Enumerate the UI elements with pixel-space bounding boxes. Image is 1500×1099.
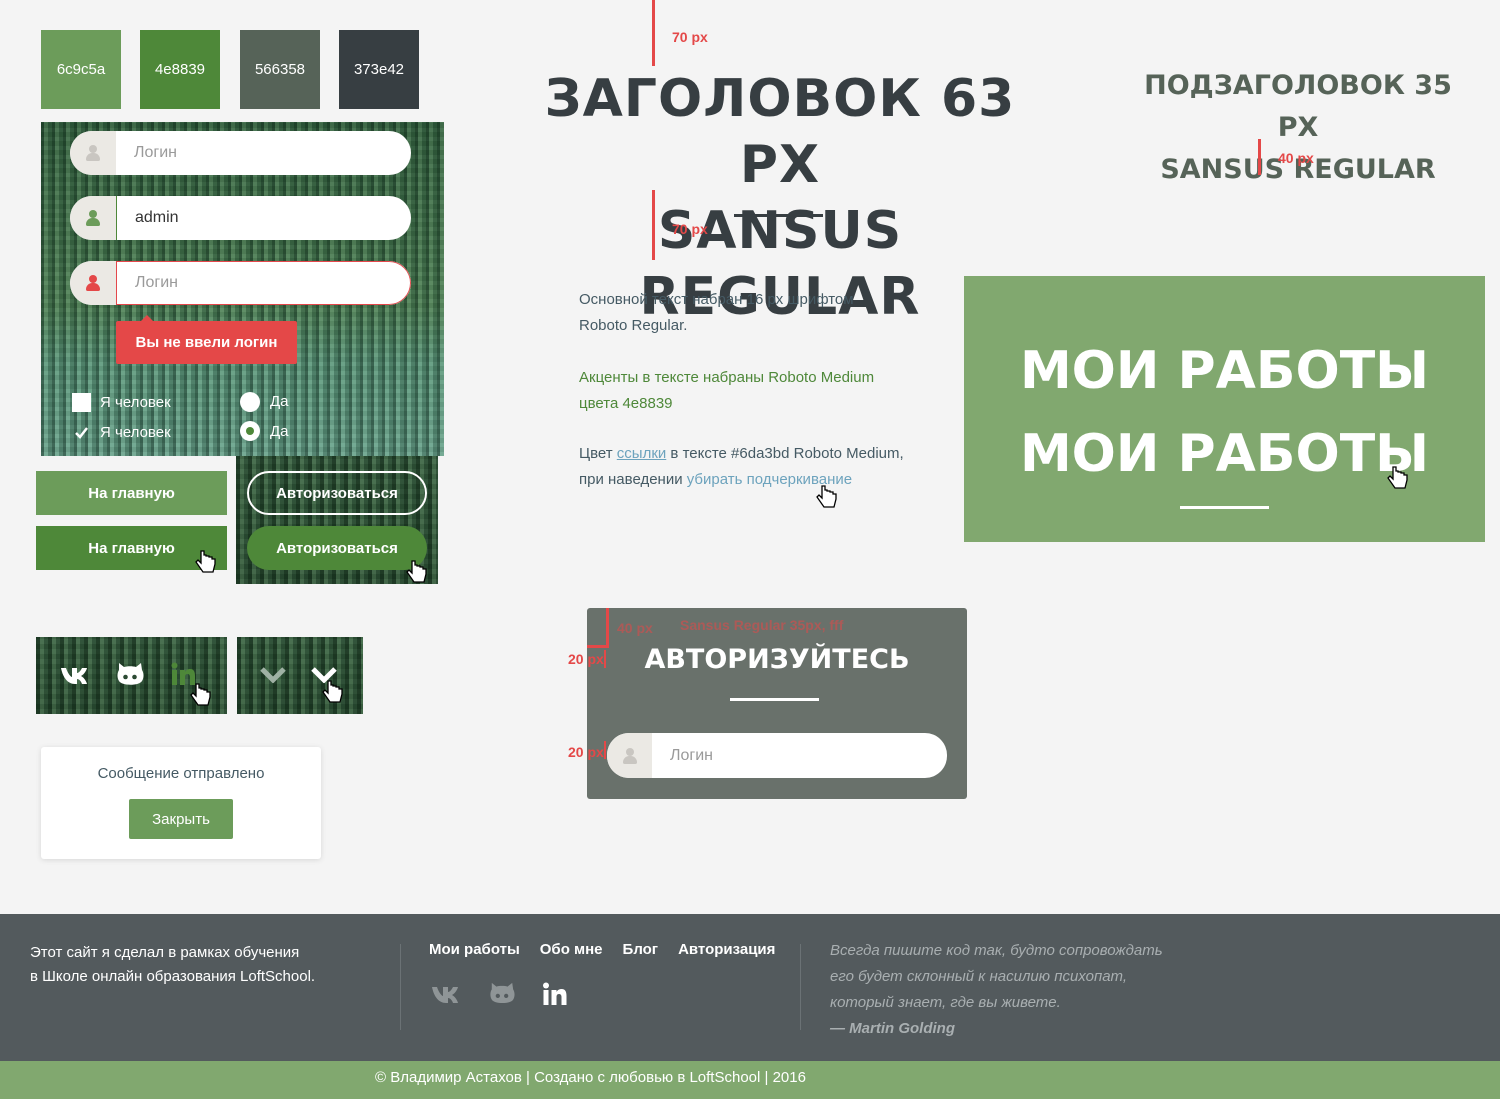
- spacing-label-top: 70 px: [672, 29, 708, 45]
- footer-about-line-2: в Школе онлайн образования LoftSchool.: [30, 968, 316, 985]
- swatch-1: 6c9c5a: [41, 30, 121, 109]
- accent-text-sample: Акценты в тексте набраны Roboto Medium ц…: [579, 365, 949, 417]
- spacing-label-sub: 40 px: [1278, 150, 1314, 166]
- authorize-button[interactable]: Авторизоваться: [247, 471, 427, 515]
- footer-copyright-bar: © Владимир Астахов | Создано с любовью в…: [0, 1061, 1500, 1099]
- footer-nav-blog[interactable]: Блог: [623, 941, 659, 958]
- github-icon[interactable]: [488, 981, 516, 1007]
- subheading: ПОДЗАГОЛОВОК 35 PX SANSUS REGULAR: [1128, 65, 1468, 191]
- login-error-placeholder: Логин: [116, 261, 411, 305]
- link-line2-pre: при наведении: [579, 471, 687, 488]
- link-line-1: Цвет ссылки в тексте #6da3bd Roboto Medi…: [579, 441, 959, 467]
- banner-underline: [1180, 506, 1269, 509]
- footer-about-line-1: Этот сайт я сделал в рамках обучения: [30, 944, 300, 961]
- arrow-icons-panel: [237, 637, 363, 714]
- footer-divider: [400, 944, 401, 1030]
- heading-line-1: ЗАГОЛОВОК 63 PX: [544, 69, 1016, 195]
- github-icon[interactable]: [115, 661, 145, 689]
- checkbox-label: Я человек: [100, 394, 171, 411]
- login-input-filled[interactable]: admin: [70, 196, 411, 240]
- radio-unchecked[interactable]: [240, 392, 260, 412]
- user-icon: [607, 733, 652, 778]
- footer-nav-my-works[interactable]: Мои работы: [429, 941, 520, 958]
- message-modal: Сообщение отправлено Закрыть: [41, 747, 321, 859]
- spacing-line-bottom: [652, 190, 655, 260]
- home-button[interactable]: На главную: [36, 471, 227, 515]
- spec-bracket-40: [587, 608, 609, 648]
- quote-line-1: Всегда пишите код так, будто сопровождат…: [830, 942, 1163, 959]
- chevron-down-icon[interactable]: [260, 667, 286, 683]
- checkbox-unchecked[interactable]: [72, 393, 91, 412]
- swatch-3: 566358: [240, 30, 320, 109]
- footer-nav-authorization[interactable]: Авторизация: [678, 941, 775, 958]
- copyright-text: © Владимир Астахов | Создано с любовью в…: [375, 1069, 806, 1086]
- login-value: admin: [116, 196, 411, 240]
- body-line-1: Основной текст набран 16 px шрифтом: [579, 291, 854, 308]
- hand-cursor-icon: [195, 550, 216, 573]
- auth-panel: АВТОРИЗУЙТЕСЬ Логин: [587, 608, 967, 799]
- hand-cursor-icon: [816, 485, 837, 508]
- radio-checked[interactable]: [240, 421, 260, 441]
- error-tooltip: Вы не ввели логин: [116, 315, 297, 364]
- spec-label-20b: 20 px: [568, 744, 604, 760]
- radio-label: Да: [270, 393, 289, 410]
- checkbox-label: Я человек: [100, 424, 171, 441]
- spec-label-20a: 20 px: [568, 651, 604, 667]
- accent-line-2: цвета 4e8839: [579, 395, 673, 412]
- footer-about: Этот сайт я сделал в рамках обучения в Ш…: [30, 941, 315, 989]
- swatch-2: 4e8839: [140, 30, 220, 109]
- swatch-4: 373e42: [339, 30, 419, 109]
- vk-icon[interactable]: [60, 665, 92, 685]
- footer: Этот сайт я сделал в рамках обучения в Ш…: [0, 914, 1500, 1061]
- footer-nav-about[interactable]: Обо мне: [540, 941, 603, 958]
- quote-line-3: который знает, где вы живете.: [830, 994, 1061, 1011]
- authorize-button-hover[interactable]: Авторизоваться: [247, 526, 427, 570]
- link-post: в тексте #6da3bd Roboto Medium,: [666, 445, 904, 462]
- login-input-empty[interactable]: Логин: [70, 131, 411, 175]
- login-placeholder: Логин: [134, 144, 178, 161]
- banner-title-1: МОИ РАБОТЫ: [1019, 341, 1430, 401]
- heading-underline: [734, 214, 823, 217]
- spec-line-20b: [604, 741, 606, 759]
- spec-line-20a: [604, 650, 606, 668]
- radio-label: Да: [270, 423, 289, 440]
- footer-divider: [800, 944, 801, 1030]
- link-text-sample: Цвет ссылки в тексте #6da3bd Roboto Medi…: [579, 441, 959, 493]
- body-line-2: Roboto Regular.: [579, 317, 688, 334]
- footer-nav: Мои работы Обо мне Блог Авторизация: [429, 941, 775, 958]
- auth-title: АВТОРИЗУЙТЕСЬ: [644, 644, 910, 675]
- auth-login-input[interactable]: Логин: [607, 733, 947, 778]
- link-line-2: при наведении убирать подчеркивание: [579, 467, 959, 493]
- quote-author: — Martin Golding: [830, 1020, 955, 1037]
- spacing-line-sub: [1258, 139, 1261, 175]
- auth-login-placeholder: Логин: [670, 746, 714, 764]
- spacing-label-bottom: 70 px: [672, 221, 708, 237]
- vk-icon[interactable]: [430, 984, 464, 1004]
- spec-label-40: 40 px: [617, 620, 653, 636]
- auth-underline: [730, 698, 819, 701]
- footer-quote: Всегда пишите код так, будто сопровождат…: [830, 938, 1163, 1042]
- modal-message: Сообщение отправлено: [97, 765, 265, 782]
- hand-cursor-icon: [1387, 466, 1408, 489]
- user-icon: [70, 261, 116, 305]
- hand-cursor-icon: [406, 560, 427, 583]
- sample-link[interactable]: ссылки: [617, 445, 666, 462]
- accent-line-1: Акценты в тексте набраны Roboto Medium: [579, 369, 875, 386]
- user-icon: [70, 196, 116, 240]
- user-icon: [70, 131, 116, 175]
- subheading-line-1: ПОДЗАГОЛОВОК 35 PX: [1144, 70, 1452, 143]
- linkedin-icon[interactable]: [542, 982, 567, 1006]
- login-input-error[interactable]: Логин: [70, 261, 411, 305]
- my-works-banner: МОИ РАБОТЫ МОИ РАБОТЫ: [964, 276, 1485, 542]
- hand-cursor-icon: [322, 680, 343, 703]
- check-icon: [75, 427, 88, 439]
- hand-cursor-icon: [190, 683, 211, 706]
- body-text-sample: Основной текст набран 16 px шрифтом Robo…: [579, 287, 949, 339]
- checkbox-checked[interactable]: [72, 423, 91, 442]
- quote-line-2: его будет склонный к насилию психопат,: [830, 968, 1128, 985]
- spec-note: Sansus Regular 35px, fff: [680, 617, 844, 633]
- spacing-line-top: [652, 0, 655, 66]
- link-pre: Цвет: [579, 445, 617, 462]
- close-button[interactable]: Закрыть: [129, 799, 233, 839]
